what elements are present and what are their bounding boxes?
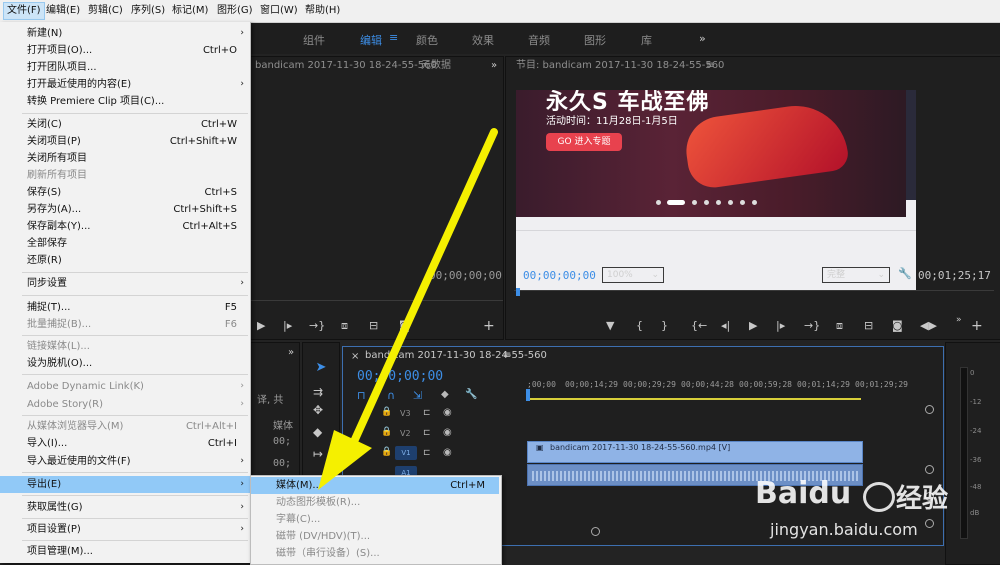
watermark-url: jingyan.baidu.com [770,520,918,539]
watermark-cn: 经验 [896,484,949,514]
annotation-arrow-head [318,430,372,490]
watermark-brand: Baidu [755,476,852,511]
annotation-arrow-shaft [348,128,498,450]
baidu-watermark: Baidu 经验 jingyan.baidu.com [750,476,1000,563]
paw-icon [863,482,895,512]
